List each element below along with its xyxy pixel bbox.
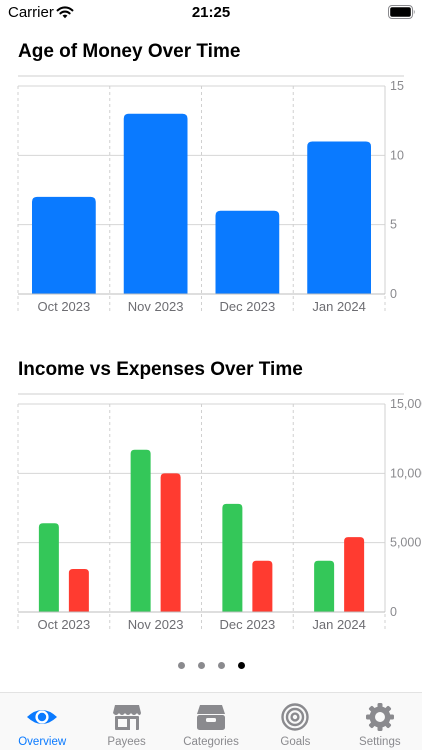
target-icon [281,703,310,731]
income-expenses-bar-series2 [160,473,181,612]
income-expenses-bar-series1 [130,449,151,612]
income-expenses-bar-series1 [314,560,335,612]
income-expenses-bar-series1 [38,523,59,612]
status-bar: Carrier 21:25 [0,0,422,26]
age-of-money-bar [123,113,188,294]
age-of-money-ytick-label: 5 [390,218,397,232]
page-dot-1[interactable] [177,662,185,669]
tab-label-goals: Goals [280,736,311,748]
tab-label-payees: Payees [107,736,146,748]
gear-icon [365,703,394,731]
tab-payees[interactable]: Payees [84,693,168,750]
page-control[interactable] [0,659,422,673]
page-dot-4[interactable] [237,662,245,669]
income-vs-expenses-title: Income vs Expenses Over Time [18,359,303,380]
age-of-money-title: Age of Money Over Time [18,41,241,62]
age-of-money-xtick-label: Nov 2023 [128,299,184,314]
tab-goals[interactable]: Goals [253,693,337,750]
age-of-money-bar [215,210,280,294]
income-expenses-ytick-label: 0 [390,605,397,619]
income-expenses-ytick-label: 10,000 [390,466,422,480]
income-expenses-bar-series2 [252,560,273,612]
tab-bar: Overview Payees Categories Goals Setting… [0,692,422,750]
income-expenses-bar-series2 [68,569,89,612]
income-expenses-xtick-label: Nov 2023 [128,617,184,632]
eye-icon [27,710,58,724]
income-expenses-ytick-label: 5,000 [390,536,421,550]
income-expenses-ytick-label: 15,000 [390,397,422,411]
income-expenses-bar-series1 [222,503,243,612]
age-of-money-ytick-label: 0 [390,287,397,301]
age-of-money-xtick-label: Jan 2024 [312,299,366,314]
tab-categories[interactable]: Categories [169,693,253,750]
income-expenses-xtick-label: Dec 2023 [220,617,276,632]
age-of-money-ytick-label: 15 [390,79,404,93]
age-of-money-bar [307,141,371,294]
age-of-money-chart: 0 5 10 15 Oct 2023 Nov 2023 Dec 2023 Jan 2024 [17,75,404,314]
battery-icon [388,5,415,19]
age-of-money-xtick-label: Dec 2023 [220,299,276,314]
storefront-icon [112,705,141,730]
tab-label-settings: Settings [359,736,401,748]
age-of-money-ytick-label: 10 [390,148,404,162]
page-dot-2[interactable] [197,662,205,669]
archivebox-icon [197,705,226,730]
page-dot-3[interactable] [217,662,225,669]
tab-label-categories: Categories [183,736,239,748]
tab-label-overview: Overview [18,736,67,748]
age-of-money-xtick-label: Oct 2023 [37,299,90,314]
tab-settings[interactable]: Settings [338,693,422,750]
income-expenses-bar-series2 [344,537,365,612]
age-of-money-bar [32,196,96,294]
tab-overview[interactable]: Overview [0,693,84,750]
status-time: 21:25 [191,4,231,21]
income-expenses-xtick-label: Oct 2023 [37,617,90,632]
income-expenses-xtick-label: Jan 2024 [312,617,366,632]
income-vs-expenses-chart: 0 5,000 10,000 15,000 Oct 2023 Nov 2023 Dec 20… [17,393,422,632]
